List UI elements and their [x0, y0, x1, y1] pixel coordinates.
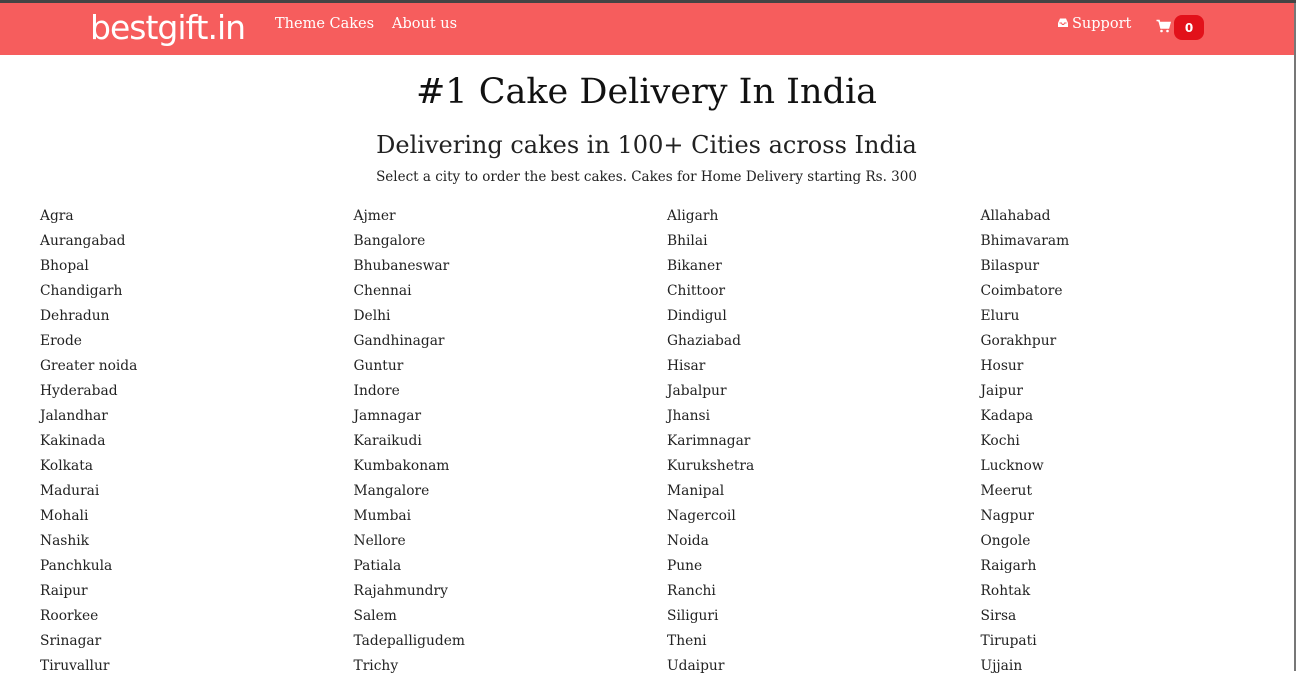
- city-link[interactable]: Nagercoil: [667, 505, 981, 530]
- city-link[interactable]: Kurukshetra: [667, 455, 981, 480]
- city-link[interactable]: Greater noida: [40, 355, 354, 380]
- city-link[interactable]: Tiruvallur: [40, 655, 354, 680]
- city-link[interactable]: Hosur: [981, 355, 1295, 380]
- city-link[interactable]: Rajahmundry: [354, 580, 668, 605]
- city-link[interactable]: Bangalore: [354, 230, 668, 255]
- city-link[interactable]: Hyderabad: [40, 380, 354, 405]
- city-link[interactable]: Dindigul: [667, 305, 981, 330]
- city-link[interactable]: Karaikudi: [354, 430, 668, 455]
- city-link[interactable]: Coimbatore: [981, 280, 1295, 305]
- shopping-cart-icon: [1156, 19, 1172, 37]
- city-link[interactable]: Karimnagar: [667, 430, 981, 455]
- city-link[interactable]: Kochi: [981, 430, 1295, 455]
- city-link[interactable]: Tirupati: [981, 630, 1295, 655]
- nav-link-about-us[interactable]: About us: [392, 16, 457, 32]
- city-link[interactable]: Lucknow: [981, 455, 1295, 480]
- city-link[interactable]: Theni: [667, 630, 981, 655]
- city-link[interactable]: Bhubaneswar: [354, 255, 668, 280]
- city-link[interactable]: Jabalpur: [667, 380, 981, 405]
- city-link[interactable]: Udaipur: [667, 655, 981, 680]
- city-link[interactable]: Mohali: [40, 505, 354, 530]
- navbar: bestgift.in Theme Cakes About us Support…: [0, 3, 1296, 55]
- city-link[interactable]: Bilaspur: [981, 255, 1295, 280]
- city-link[interactable]: Jhansi: [667, 405, 981, 430]
- site-logo[interactable]: bestgift.in: [90, 8, 246, 47]
- city-link[interactable]: Meerut: [981, 480, 1295, 505]
- city-link[interactable]: Bikaner: [667, 255, 981, 280]
- city-link[interactable]: Patiala: [354, 555, 668, 580]
- city-link[interactable]: Kumbakonam: [354, 455, 668, 480]
- city-link[interactable]: Bhilai: [667, 230, 981, 255]
- city-link[interactable]: Ujjain: [981, 655, 1295, 680]
- city-link[interactable]: Erode: [40, 330, 354, 355]
- city-link[interactable]: Eluru: [981, 305, 1295, 330]
- city-link[interactable]: Sirsa: [981, 605, 1295, 630]
- city-link[interactable]: Kolkata: [40, 455, 354, 480]
- city-link[interactable]: Guntur: [354, 355, 668, 380]
- city-link[interactable]: Salem: [354, 605, 668, 630]
- city-link[interactable]: Allahabad: [981, 205, 1295, 230]
- city-link[interactable]: Jalandhar: [40, 405, 354, 430]
- city-link[interactable]: Kadapa: [981, 405, 1295, 430]
- city-link[interactable]: Jamnagar: [354, 405, 668, 430]
- city-link[interactable]: Aligarh: [667, 205, 981, 230]
- city-link[interactable]: Jaipur: [981, 380, 1295, 405]
- city-link[interactable]: Raipur: [40, 580, 354, 605]
- tagline: Select a city to order the best cakes. C…: [376, 169, 917, 185]
- city-link[interactable]: Chennai: [354, 280, 668, 305]
- support-label: Support: [1072, 16, 1132, 32]
- cart-button[interactable]: 0: [1156, 15, 1204, 40]
- city-link[interactable]: Pune: [667, 555, 981, 580]
- city-link[interactable]: Ghaziabad: [667, 330, 981, 355]
- city-link[interactable]: Ongole: [981, 530, 1295, 555]
- city-link[interactable]: Nashik: [40, 530, 354, 555]
- city-link[interactable]: Ranchi: [667, 580, 981, 605]
- city-link[interactable]: Indore: [354, 380, 668, 405]
- city-link[interactable]: Srinagar: [40, 630, 354, 655]
- city-link[interactable]: Bhopal: [40, 255, 354, 280]
- city-link[interactable]: Panchkula: [40, 555, 354, 580]
- city-link[interactable]: Ajmer: [354, 205, 668, 230]
- city-link[interactable]: Gorakhpur: [981, 330, 1295, 355]
- city-link[interactable]: Roorkee: [40, 605, 354, 630]
- inbox-icon: [1057, 17, 1069, 31]
- city-link[interactable]: Nellore: [354, 530, 668, 555]
- cart-count-badge: 0: [1174, 15, 1204, 40]
- city-link[interactable]: Noida: [667, 530, 981, 555]
- city-link[interactable]: Mangalore: [354, 480, 668, 505]
- city-link[interactable]: Raigarh: [981, 555, 1295, 580]
- city-link[interactable]: Chandigarh: [40, 280, 354, 305]
- page-title: #1 Cake Delivery In India: [415, 72, 877, 112]
- city-link[interactable]: Hisar: [667, 355, 981, 380]
- city-link[interactable]: Nagpur: [981, 505, 1295, 530]
- city-link[interactable]: Chittoor: [667, 280, 981, 305]
- city-link[interactable]: Bhimavaram: [981, 230, 1295, 255]
- city-link[interactable]: Dehradun: [40, 305, 354, 330]
- city-link[interactable]: Manipal: [667, 480, 981, 505]
- city-link[interactable]: Agra: [40, 205, 354, 230]
- page-subtitle: Delivering cakes in 100+ Cities across I…: [376, 131, 917, 159]
- city-link[interactable]: Trichy: [354, 655, 668, 680]
- support-link[interactable]: Support: [1057, 16, 1131, 32]
- city-link[interactable]: Mumbai: [354, 505, 668, 530]
- city-link[interactable]: Delhi: [354, 305, 668, 330]
- city-list: Agra Ajmer Aligarh Allahabad Aurangabad Banga…: [40, 205, 1290, 680]
- city-link[interactable]: Tadepalligudem: [354, 630, 668, 655]
- city-link[interactable]: Madurai: [40, 480, 354, 505]
- city-link[interactable]: Kakinada: [40, 430, 354, 455]
- city-link[interactable]: Gandhinagar: [354, 330, 668, 355]
- city-link[interactable]: Siliguri: [667, 605, 981, 630]
- nav-link-theme-cakes[interactable]: Theme Cakes: [275, 16, 374, 32]
- city-link[interactable]: Aurangabad: [40, 230, 354, 255]
- city-link[interactable]: Rohtak: [981, 580, 1295, 605]
